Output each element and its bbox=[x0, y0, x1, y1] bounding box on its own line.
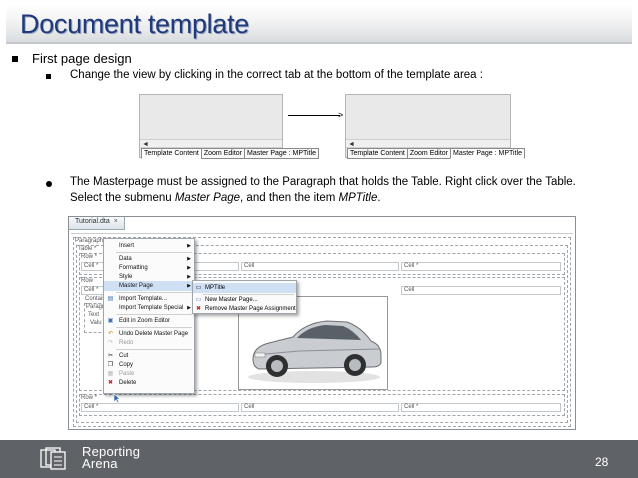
text-select-submenu: Select the submenu bbox=[70, 192, 175, 204]
delete-icon: ✖ bbox=[107, 380, 114, 386]
menu-item-label: Delete bbox=[119, 380, 137, 386]
submenu-item-remove-assignment[interactable]: ✖ Remove Master Page Assignment bbox=[193, 304, 296, 314]
square-bullet-icon bbox=[46, 74, 51, 79]
submenu-item-label: MPTitle bbox=[205, 285, 226, 291]
table-cell[interactable]: Cell bbox=[241, 262, 399, 271]
submenu-item-label: New Master Page... bbox=[205, 297, 258, 303]
text-period: . bbox=[377, 192, 381, 204]
menu-item-label: Cut bbox=[119, 353, 129, 359]
row-label: Row * bbox=[81, 254, 98, 260]
menu-item-redo[interactable]: ↷ Redo bbox=[104, 338, 194, 348]
menu-item-label: Data bbox=[119, 256, 132, 262]
menu-item-import-template-special[interactable]: Import Template Special ▶ bbox=[104, 303, 194, 313]
reporting-arena-logo bbox=[40, 447, 66, 470]
copy-icon: ❐ bbox=[107, 362, 114, 368]
mouse-cursor-icon bbox=[113, 393, 121, 404]
table-label: Table * bbox=[78, 246, 97, 252]
page-number: 28 bbox=[595, 455, 609, 469]
zoom-editor-icon: ▣ bbox=[107, 318, 114, 324]
undo-icon: ↶ bbox=[107, 331, 114, 337]
submenu-item-mptitle[interactable]: ▭ MPTitle bbox=[193, 283, 296, 293]
submenu-arrow-icon: ▶ bbox=[187, 283, 191, 289]
redo-icon: ↷ bbox=[107, 340, 114, 346]
menu-item-insert[interactable]: Insert ▶ bbox=[104, 241, 194, 251]
menu-item-label: Insert bbox=[119, 243, 135, 249]
menu-separator bbox=[116, 252, 192, 253]
table-cell[interactable]: Cell bbox=[241, 403, 399, 412]
table-cell[interactable]: Cell * bbox=[401, 403, 561, 412]
scrollbar[interactable]: ◄ bbox=[346, 139, 510, 148]
tab-bar: Template Content Zoom Editor Master Page… bbox=[141, 148, 319, 159]
table-cell[interactable]: Cell * bbox=[401, 262, 561, 271]
tab-template-content[interactable]: Template Content bbox=[141, 148, 202, 159]
row-label: Row * bbox=[81, 395, 98, 401]
brand-line-2: Arena bbox=[82, 456, 118, 471]
menu-item-label: Edit in Zoom Editor bbox=[119, 318, 171, 324]
bullet-first-page-design: First page design bbox=[32, 51, 132, 66]
master-page-icon: ▭ bbox=[195, 285, 202, 291]
menu-item-label: Formatting bbox=[119, 265, 148, 271]
menu-item-label: Import Template... bbox=[119, 296, 167, 302]
submenu-item-label: Remove Master Page Assignment bbox=[205, 306, 296, 312]
context-menu: Insert ▶ Data ▶ Formatting ▶ Style ▶ Master … bbox=[103, 238, 195, 394]
tab-master-page[interactable]: Master Page : MPTitle bbox=[244, 148, 319, 159]
menu-separator bbox=[116, 349, 192, 350]
slide-title: Document template bbox=[20, 9, 250, 39]
submenu-arrow-icon: ▶ bbox=[187, 305, 191, 311]
square-bullet-icon bbox=[12, 56, 18, 62]
scrollbar[interactable]: ◄ bbox=[140, 139, 282, 148]
row-label: Row bbox=[81, 278, 94, 284]
tab-zoom-editor[interactable]: Zoom Editor bbox=[406, 148, 451, 159]
arrow-head-icon: > bbox=[338, 110, 344, 120]
menu-separator bbox=[116, 292, 192, 293]
slide-title-bar: Document template bbox=[6, 4, 632, 44]
menu-separator bbox=[116, 314, 192, 315]
bullet-masterpage-line2: Select the submenu Master Page, and then… bbox=[70, 192, 381, 204]
new-page-icon: ▭ bbox=[195, 297, 202, 303]
sub-bullet-change-view: Change the view by clicking in the corre… bbox=[70, 69, 483, 81]
close-icon[interactable]: × bbox=[114, 218, 118, 225]
menu-item-label: Import Template Special bbox=[119, 305, 184, 311]
editor-tab-title: Tutorial.dta bbox=[75, 218, 110, 225]
menu-item-label: Redo bbox=[119, 340, 134, 346]
import-icon: ▤ bbox=[107, 296, 114, 302]
menu-item-label: Paste bbox=[119, 371, 135, 377]
menu-separator bbox=[116, 327, 192, 328]
menu-item-delete[interactable]: ✖ Delete bbox=[104, 378, 194, 388]
text-master-page: Master Page bbox=[174, 192, 241, 204]
tab-strip-before: ◄ Template Content Zoom Editor Master Pa… bbox=[139, 94, 319, 159]
value-label: Valu bbox=[90, 320, 102, 326]
remove-icon: ✖ bbox=[195, 306, 202, 312]
tab-master-page[interactable]: Master Page : MPTitle bbox=[450, 148, 525, 159]
table-cell[interactable]: Cell * bbox=[81, 403, 239, 412]
text-mptitle: MPTitle bbox=[338, 192, 378, 204]
tab-template-content[interactable]: Template Content bbox=[347, 148, 408, 159]
long-arrow-right-icon bbox=[288, 115, 340, 116]
tab-strip-after: ◄ Template Content Zoom Editor Master Pa… bbox=[345, 94, 525, 159]
menu-item-label: Copy bbox=[119, 362, 134, 368]
menu-item-label: Style bbox=[119, 274, 133, 280]
menu-item-master-page[interactable]: Master Page ▶ bbox=[104, 281, 194, 291]
menu-item-label: Undo Delete Master Page bbox=[119, 331, 189, 337]
cut-icon: ✂ bbox=[107, 353, 114, 359]
tab-zoom-editor[interactable]: Zoom Editor bbox=[200, 148, 245, 159]
tab-bar: Template Content Zoom Editor Master Page… bbox=[347, 148, 525, 159]
menu-item-label: Master Page bbox=[119, 283, 154, 289]
round-bullet-icon bbox=[46, 181, 52, 187]
footer-brand: Reporting Arena bbox=[82, 445, 140, 471]
bullet-masterpage-line1: The Masterpage must be assigned to the P… bbox=[70, 176, 576, 188]
master-page-submenu: ▭ MPTitle ▭ New Master Page... ✖ Remove Mas… bbox=[192, 280, 297, 314]
paste-icon: ▦ bbox=[107, 371, 114, 377]
table-cell[interactable]: Cell bbox=[401, 286, 561, 295]
editor-tab[interactable]: Tutorial.dta × bbox=[69, 217, 125, 230]
text-label: Text bbox=[88, 312, 100, 318]
submenu-arrow-icon: ▶ bbox=[187, 243, 191, 249]
paragraph-inner-label: Paragr bbox=[86, 304, 105, 310]
text-then-item: , and then the item bbox=[240, 192, 339, 204]
menu-item-edit-zoom[interactable]: ▣ Edit in Zoom Editor bbox=[104, 316, 194, 326]
